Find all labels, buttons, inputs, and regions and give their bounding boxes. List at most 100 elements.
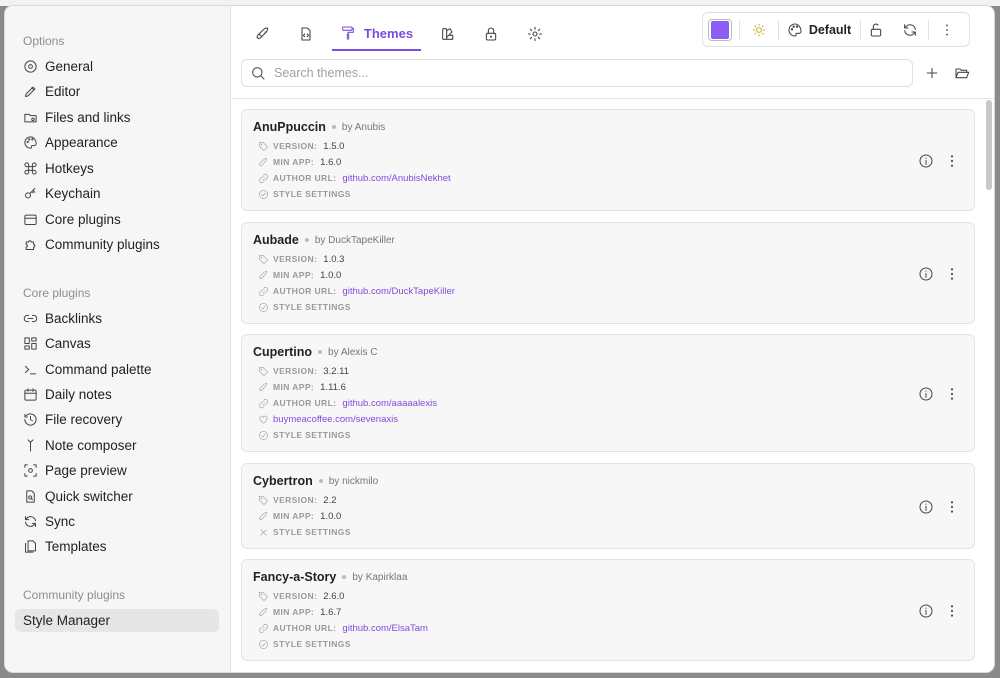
separator-dot [318,350,323,354]
sidebar-item-canvas[interactable]: Canvas [15,331,219,355]
theme-name: Fancy-a-Story [253,570,337,584]
refresh-icon [904,24,916,36]
style-settings-label: STYLE SETTINGS [273,302,351,312]
theme-toolbar-group: Default [702,12,970,47]
author-url-link[interactable]: github.com/AnubisNekhet [342,173,450,184]
sidebar-item-label: Quick switcher [45,488,133,504]
sidebar-item-quick-switcher[interactable]: Quick switcher [15,484,219,508]
sidebar-item-editor[interactable]: Editor [15,79,219,103]
min-app-value: 1.11.6 [320,381,346,393]
theme-select[interactable]: Default [786,19,852,41]
info-icon [919,500,933,514]
theme-more-button[interactable] [943,385,961,403]
theme-more-button[interactable] [943,265,961,283]
theme-more-button[interactable] [943,602,961,620]
open-folder-button[interactable] [951,62,973,84]
theme-info-button[interactable] [917,498,935,516]
style-settings-row: STYLE SETTINGS [258,187,357,201]
search-input[interactable] [274,66,874,80]
tab-rocket[interactable] [249,17,277,51]
theme-info-button[interactable] [917,602,935,620]
theme-info-button[interactable] [917,385,935,403]
theme-name: Aubade [253,233,299,247]
swatch-book-icon [442,28,454,40]
sidebar-item-command-palette[interactable]: Command palette [15,357,219,381]
more-options-button[interactable] [936,19,958,41]
calendar-icon [24,387,37,401]
more-vertical-icon [950,268,954,280]
theme-more-button[interactable] [943,152,961,170]
rocket-icon [259,511,268,520]
sidebar-item-file-recovery[interactable]: File recovery [15,407,219,431]
sidebar-item-core-plugins[interactable]: Core plugins [15,207,219,231]
add-theme-button[interactable] [921,62,943,84]
unlock-button[interactable] [865,19,887,41]
version-value: 2.2 [323,494,337,506]
tab-lock[interactable] [478,17,504,51]
theme-more-button[interactable] [943,498,961,516]
sidebar-item-hotkeys[interactable]: Hotkeys [15,156,219,180]
terminal-icon [25,365,36,374]
calendar-box-icon [24,214,37,225]
sidebar-item-label: Page preview [45,462,127,478]
sidebar-item-label: Files and links [45,109,131,125]
tag-icon [259,591,268,601]
sidebar-item-style-manager[interactable]: Style Manager [15,609,219,632]
sidebar-item-keychain[interactable]: Keychain [15,181,219,205]
theme-card-title: Cybertron by nickmilo [253,474,378,488]
min-app-value: 1.0.0 [320,510,342,522]
tab-themes[interactable]: Themes [332,17,421,51]
theme-select-label: Default [808,23,852,37]
accent-color-picker[interactable] [708,19,732,41]
theme-author: by nickmilo [328,475,379,487]
sidebar-item-label: Command palette [45,361,152,377]
style-settings-label: STYLE SETTINGS [273,639,351,649]
theme-card-fancy-a-story: Fancy-a-Story by Kapirklaa VERSION: 2.6.… [241,559,975,661]
donate-link[interactable]: buymeacoffee.com/sevenaxis [273,414,398,425]
author-url-key: AUTHOR URL: [273,286,337,296]
tab-swatch[interactable] [435,17,461,51]
theme-info-button[interactable] [917,152,935,170]
author-url-key: AUTHOR URL: [273,398,337,408]
divider [860,20,861,40]
author-url-link[interactable]: github.com/ElsaTam [342,623,428,634]
sidebar-item-files-and-links[interactable]: Files and links [15,105,219,129]
sidebar-item-community-plugins[interactable]: Community plugins [15,232,219,256]
theme-author: by Kapirklaa [352,571,408,583]
sidebar-item-general[interactable]: General [15,54,219,78]
sidebar-item-sync[interactable]: Sync [15,509,219,533]
author-url-row: AUTHOR URL: github.com/aaaaalexis [258,396,437,410]
settings-modal: Options General Editor Files and links A… [4,5,995,673]
donate-row: buymeacoffee.com/sevenaxis [258,412,398,426]
author-url-key: AUTHOR URL: [273,623,337,633]
sidebar-item-templates[interactable]: Templates [15,534,219,558]
sidebar-item-note-composer[interactable]: Note composer [15,433,219,457]
style-settings-row: STYLE SETTINGS [258,525,357,539]
check-circle-icon [259,189,268,199]
sidebar-item-page-preview[interactable]: Page preview [15,458,219,482]
sidebar-item-daily-notes[interactable]: Daily notes [15,382,219,406]
tab-settings[interactable] [522,17,548,51]
theme-info-button[interactable] [917,265,935,283]
tag-icon [259,495,268,505]
min-app-row: MIN APP: 1.6.0 [258,155,341,169]
settings-sidebar: Options General Editor Files and links A… [5,6,231,672]
version-row: VERSION: 2.6.0 [258,589,344,603]
author-url-link[interactable]: github.com/aaaaalexis [342,398,437,409]
rocket-icon [259,607,268,616]
version-key: VERSION: [273,591,318,601]
min-app-key: MIN APP: [273,607,315,617]
sidebar-item-backlinks[interactable]: Backlinks [15,306,219,330]
accent-color-swatch [711,21,729,39]
theme-card-anuppuccin: AnuPpuccin by Anubis VERSION: 1.5.0 MIN … [241,109,975,211]
author-url-link[interactable]: github.com/DuckTapeKiller [342,286,454,297]
light-mode-toggle[interactable] [748,19,770,41]
sidebar-item-appearance[interactable]: Appearance [15,130,219,154]
tab-code[interactable] [293,17,319,51]
folder-link-icon [24,113,37,122]
theme-author: by DuckTapeKiller [314,234,395,246]
scrollbar-thumb[interactable] [986,100,992,190]
paint-roller-icon [342,26,354,40]
reload-button[interactable] [899,19,921,41]
info-icon [919,387,933,401]
